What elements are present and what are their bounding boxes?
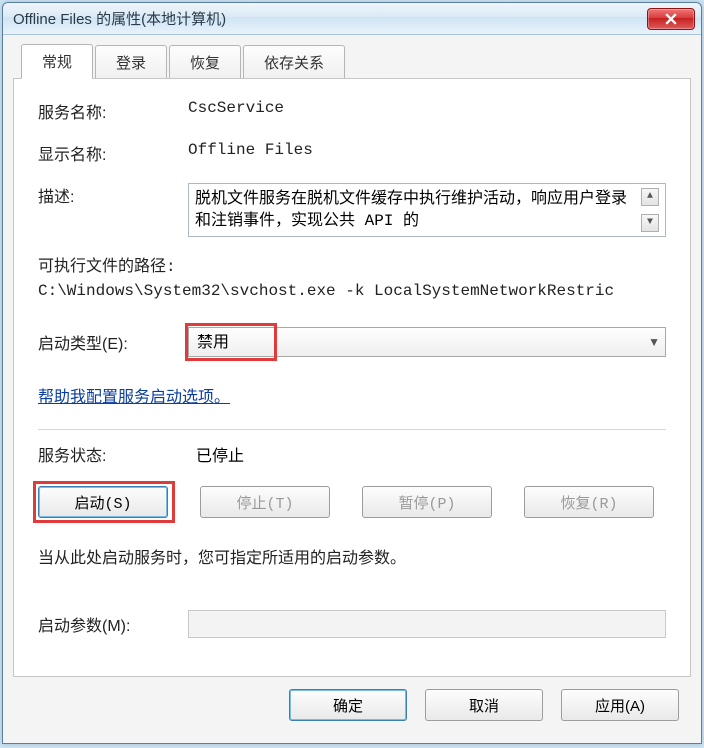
stop-button: 停止(T) <box>200 486 330 518</box>
service-status-label: 服务状态: <box>38 442 196 466</box>
resume-button: 恢复(R) <box>524 486 654 518</box>
display-name-row: 显示名称: Offline Files <box>38 141 666 165</box>
start-hint: 当从此处启动服务时，您可指定所适用的启动参数。 <box>38 544 666 568</box>
scroll-down-button[interactable]: ▼ <box>641 214 659 232</box>
description-scrollbar: ▲ ▼ <box>641 188 659 232</box>
tab-logon[interactable]: 登录 <box>95 45 167 79</box>
description-label: 描述: <box>38 183 188 207</box>
separator <box>38 429 666 430</box>
cancel-button[interactable]: 取消 <box>425 689 543 721</box>
help-link[interactable]: 帮助我配置服务启动选项。 <box>38 383 230 407</box>
description-text: 脱机文件服务在脱机文件缓存中执行维护活动，响应用户登录和注销事件，实现公共 AP… <box>195 188 637 232</box>
window-title: Offline Files 的属性(本地计算机) <box>13 8 647 29</box>
executable-path-label: 可执行文件的路径: <box>38 255 666 279</box>
executable-path-block: 可执行文件的路径: C:\Windows\System32\svchost.ex… <box>38 255 666 303</box>
general-panel: 服务名称: CscService 显示名称: Offline Files 描述:… <box>13 78 691 677</box>
start-button[interactable]: 启动(S) <box>38 486 168 518</box>
service-name-label: 服务名称: <box>38 99 188 123</box>
tab-general[interactable]: 常规 <box>21 44 93 79</box>
description-row: 描述: 脱机文件服务在脱机文件缓存中执行维护活动，响应用户登录和注销事件，实现公… <box>38 183 666 237</box>
tab-recovery[interactable]: 恢复 <box>169 45 241 79</box>
service-name-row: 服务名称: CscService <box>38 99 666 123</box>
display-name-label: 显示名称: <box>38 141 188 165</box>
start-params-label: 启动参数(M): <box>38 612 188 636</box>
description-box: 脱机文件服务在脱机文件缓存中执行维护活动，响应用户登录和注销事件，实现公共 AP… <box>188 183 666 237</box>
service-name-value: CscService <box>188 99 666 123</box>
ok-button[interactable]: 确定 <box>289 689 407 721</box>
start-params-input <box>188 610 666 638</box>
scroll-up-button[interactable]: ▲ <box>641 188 659 206</box>
service-status-value: 已停止 <box>196 442 244 466</box>
startup-type-label: 启动类型(E): <box>38 330 188 354</box>
tab-strip: 常规 登录 恢复 依存关系 <box>21 43 691 78</box>
close-button[interactable] <box>647 8 695 30</box>
tab-dependencies[interactable]: 依存关系 <box>243 45 345 79</box>
startup-type-combo[interactable]: 禁用 <box>188 327 666 357</box>
properties-dialog: Offline Files 的属性(本地计算机) 常规 登录 恢复 依存关系 服… <box>2 2 702 744</box>
dialog-footer: 确定 取消 应用(A) <box>13 677 691 733</box>
display-name-value: Offline Files <box>188 141 666 165</box>
startup-type-combo-wrap: 禁用 ▼ <box>188 327 666 357</box>
close-icon <box>665 13 677 25</box>
service-buttons-row: 启动(S) 停止(T) 暂停(P) 恢复(R) <box>38 486 666 518</box>
client-area: 常规 登录 恢复 依存关系 服务名称: CscService 显示名称: Off… <box>3 35 701 743</box>
titlebar: Offline Files 的属性(本地计算机) <box>3 3 701 35</box>
service-status-row: 服务状态: 已停止 <box>38 442 666 466</box>
executable-path-value: C:\Windows\System32\svchost.exe -k Local… <box>38 279 666 303</box>
apply-button[interactable]: 应用(A) <box>561 689 679 721</box>
startup-type-row: 启动类型(E): 禁用 ▼ <box>38 327 666 357</box>
pause-button: 暂停(P) <box>362 486 492 518</box>
start-params-row: 启动参数(M): <box>38 610 666 638</box>
